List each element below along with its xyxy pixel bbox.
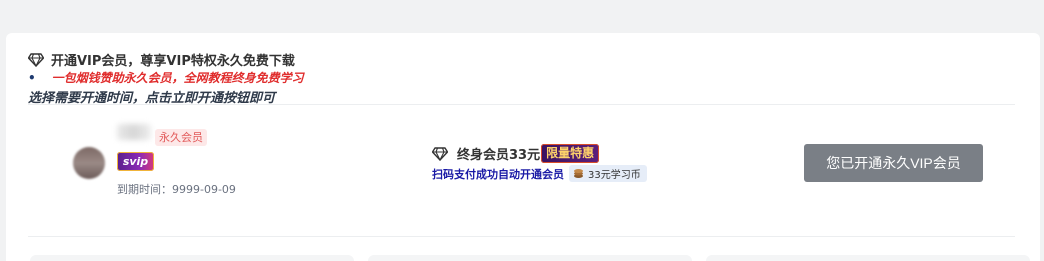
footer-slot <box>706 255 1030 261</box>
promo-line: • 一包烟钱赞助永久会员，全网教程终身免费学习 <box>28 69 304 86</box>
bullet-mark: • <box>28 70 36 85</box>
diamond-icon <box>28 52 44 67</box>
pay-note: 扫码支付成功自动开通会员 <box>432 167 564 181</box>
header-title: 开通VIP会员，尊享VIP特权永久免费下载 <box>51 54 295 69</box>
plan-option[interactable]: 终身会员33元 限量特惠 <box>432 144 600 163</box>
vip-header: 开通VIP会员，尊享VIP特权永久免费下载 <box>28 50 295 69</box>
username-blurred <box>117 124 151 140</box>
footer-slot <box>30 255 354 261</box>
diamond-icon <box>432 146 448 161</box>
pay-info: 扫码支付成功自动开通会员 33元学习币 <box>432 165 647 182</box>
coin-tag: 33元学习币 <box>569 165 647 182</box>
coin-icon <box>574 169 583 178</box>
promo-badge: 限量特惠 <box>541 144 600 163</box>
divider <box>28 236 1015 237</box>
membership-tag: 永久会员 <box>155 129 207 146</box>
coin-label: 33元学习币 <box>588 170 641 181</box>
promo-text: 一包烟钱赞助永久会员，全网教程终身免费学习 <box>51 71 304 85</box>
plan-title: 终身会员33元 <box>457 148 541 163</box>
footer-placeholder <box>30 255 1030 261</box>
divider <box>28 104 1015 105</box>
avatar <box>73 147 105 179</box>
footer-slot <box>368 255 692 261</box>
svip-badge: svip <box>117 152 154 171</box>
vip-status-button[interactable]: 您已开通永久VIP会员 <box>804 144 983 182</box>
expiry-date: 到期时间：9999-09-09 <box>117 183 236 196</box>
